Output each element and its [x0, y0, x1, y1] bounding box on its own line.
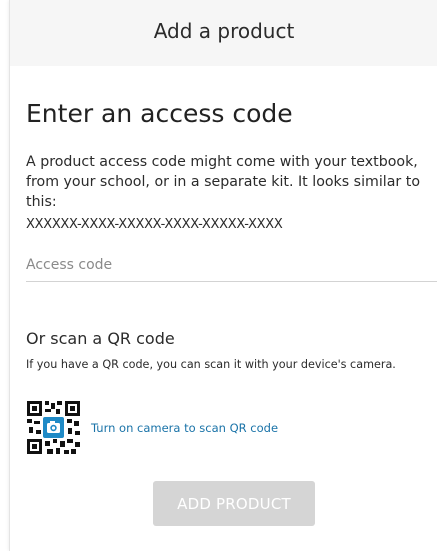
qr-description: If you have a QR code, you can scan it w… — [26, 358, 396, 371]
add-product-dialog: Add a product Enter an access code A pro… — [9, 0, 437, 551]
access-code-input[interactable] — [26, 249, 437, 281]
dialog-header: Add a product — [10, 0, 437, 66]
dialog-title: Add a product — [153, 19, 295, 43]
access-code-field — [26, 249, 437, 282]
turn-on-camera-link[interactable]: Turn on camera to scan QR code — [91, 421, 278, 435]
qr-heading: Or scan a QR code — [26, 329, 175, 348]
access-code-description: A product access code might come with yo… — [26, 154, 420, 210]
access-code-heading: Enter an access code — [26, 99, 293, 128]
qr-camera-icon[interactable] — [26, 400, 81, 455]
add-product-button[interactable]: ADD PRODUCT — [153, 481, 315, 526]
access-code-format-example: XXXXXX-XXXX-XXXXX-XXXX-XXXXX-XXXX — [26, 217, 283, 232]
